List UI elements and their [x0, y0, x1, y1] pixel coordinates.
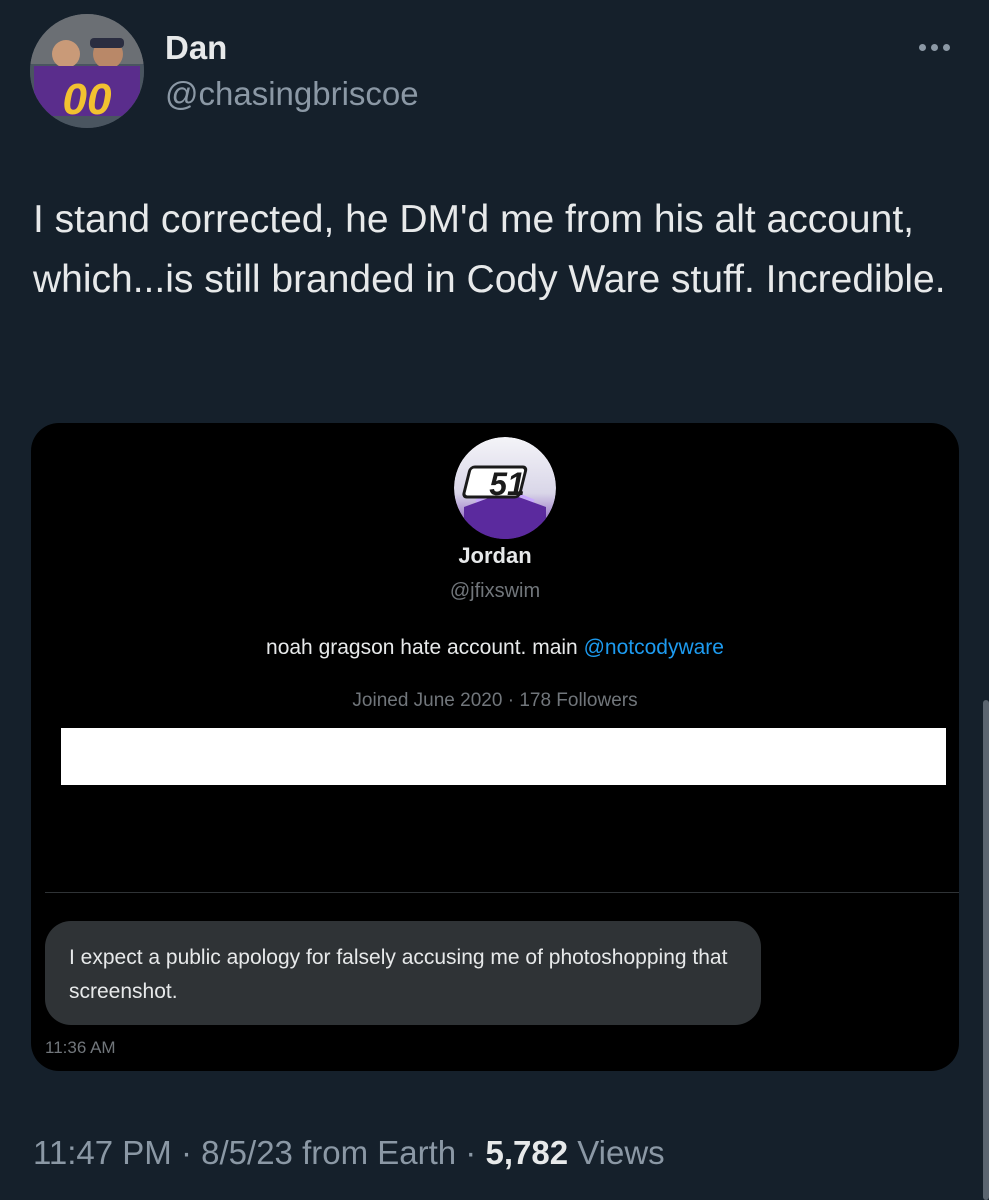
dm-message-bubble: I expect a public apology for falsely ac…: [45, 921, 761, 1025]
tweet-source: from Earth: [302, 1134, 457, 1171]
author-handle[interactable]: @chasingbriscoe: [165, 74, 419, 114]
redaction-box: [61, 728, 946, 785]
svg-text:51: 51: [489, 466, 525, 502]
svg-text:00: 00: [63, 75, 112, 124]
tweet-text: I stand corrected, he DM'd me from his a…: [33, 198, 946, 301]
tweet-media-screenshot[interactable]: 51 Jordan @jfixswim noah gragson hate ac…: [31, 423, 959, 1071]
dm-profile-avatar: 51: [454, 437, 556, 539]
author-avatar[interactable]: 00: [30, 14, 144, 128]
dm-profile-name: Jordan: [458, 543, 532, 568]
meta-separator: ·: [465, 1134, 477, 1171]
dm-profile-bio: noah gragson hate account. main @notcody…: [31, 636, 959, 660]
bio-text: noah gragson hate account. main: [266, 636, 584, 659]
profile-photo-icon: 00: [30, 14, 144, 128]
more-dots-icon: [919, 44, 926, 51]
tweet-time[interactable]: 11:47 PM: [33, 1134, 172, 1171]
meta-separator: ·: [180, 1134, 192, 1171]
dm-profile-meta: Joined June 2020 · 178 Followers: [31, 690, 959, 712]
number-51-logo-icon: 51: [454, 437, 556, 539]
joined-date: Joined June 2020: [352, 690, 503, 711]
dm-message-time: 11:36 AM: [45, 1038, 116, 1057]
views-count[interactable]: 5,782: [485, 1134, 568, 1171]
tweet-detail-view: 00 Dan @chasingbriscoe I stand corrected…: [0, 0, 989, 1200]
meta-separator: ·: [507, 690, 515, 711]
dm-profile-handle: @jfixswim: [449, 580, 541, 602]
author-display-name[interactable]: Dan: [165, 28, 227, 68]
tweet-metadata: 11:47 PM · 8/5/23 from Earth · 5,782 Vie…: [33, 1131, 665, 1175]
views-label[interactable]: Views: [577, 1134, 664, 1171]
scrollbar[interactable]: [983, 700, 989, 1200]
followers-count: 178 Followers: [519, 690, 638, 711]
more-options-button[interactable]: [915, 32, 955, 62]
bio-mention-link: @notcodyware: [583, 636, 724, 659]
dm-divider: [45, 892, 959, 893]
tweet-date[interactable]: 8/5/23: [201, 1134, 293, 1171]
